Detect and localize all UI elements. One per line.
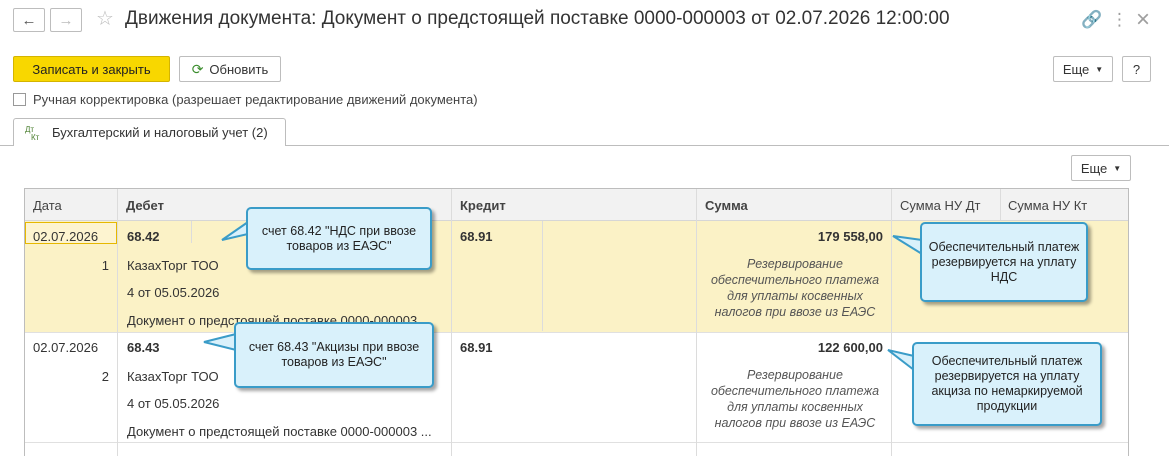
row2-debit-sub1: КазахТорг ТОО [127,369,219,384]
column-divider [542,221,543,331]
help-button[interactable]: ? [1122,56,1151,82]
manual-correction-checkbox[interactable] [13,93,26,106]
row2-date: 02.07.2026 [33,340,99,355]
row-separator [25,442,1128,443]
dt-kt-icon-bottom: Кт [31,133,40,142]
refresh-icon: ⟳ [191,60,204,77]
grid-more-button[interactable]: Еще ▼ [1071,155,1131,181]
more-button[interactable]: Еще ▼ [1053,56,1113,82]
row1-description: Резервирование обеспечительного платежа … [710,257,880,319]
window-title: Движения документа: Документ о предстоящ… [125,8,950,29]
callout-debit-6842: счет 68.42 "НДС при ввозе товаров из ЕАЭ… [246,207,432,270]
col-debit[interactable]: Дебет [126,198,164,213]
row2-debit-account: 68.43 [127,340,160,355]
column-divider [191,221,192,243]
column-divider [451,189,452,456]
forward-button[interactable]: → [50,8,82,32]
col-amount[interactable]: Сумма [705,198,748,213]
save-and-close-button[interactable]: Записать и закрыть [13,56,170,82]
more-label: Еще [1062,61,1090,77]
more-vertical-icon[interactable]: ⋮ [1111,10,1128,30]
manual-correction-label: Ручная корректировка (разрешает редактир… [33,92,478,107]
link-icon[interactable]: 🔗 [1081,10,1102,30]
row1-debit-account: 68.42 [127,229,160,244]
tab-accounting[interactable]: Дт Кт Бухгалтерский и налоговый учет (2) [13,118,286,146]
row1-credit-account: 68.91 [460,229,493,244]
row1-debit-sub1: КазахТорг ТОО [127,258,219,273]
row2-debit-sub3: Документ о предстоящей поставке 0000-000… [127,424,432,439]
callout-vat-reserve: Обеспечительный платеж резервируется на … [920,222,1088,302]
col-amount-tax-dt[interactable]: Сумма НУ Дт [900,198,980,213]
column-divider [117,189,118,456]
callout-debit-6843: счет 68.43 "Акцизы при ввозе товаров из … [234,322,434,388]
row2-credit-account: 68.91 [460,340,493,355]
row2-description: Резервирование обеспечительного платежа … [710,368,880,430]
col-amount-tax-kt[interactable]: Сумма НУ Кт [1008,198,1087,213]
favorite-star-icon[interactable]: ☆ [96,6,114,31]
dropdown-caret-icon: ▼ [1095,64,1104,74]
dt-kt-icon: Дт Кт [25,126,39,142]
column-divider [891,189,892,456]
back-button[interactable]: ← [13,8,45,32]
row1-number: 1 [101,258,109,273]
row2-number: 2 [101,369,109,384]
refresh-button[interactable]: ⟳ Обновить [179,56,281,82]
row1-debit-sub2: 4 от 05.05.2026 [127,285,220,300]
dropdown-caret-icon: ▼ [1113,163,1122,173]
row2-debit-sub2: 4 от 05.05.2026 [127,396,220,411]
tab-accounting-label: Бухгалтерский и налоговый учет (2) [52,125,268,140]
row1-amount: 179 558,00 [817,229,883,244]
row2-amount: 122 600,00 [817,340,883,355]
col-credit[interactable]: Кредит [460,198,506,213]
column-divider [1000,189,1001,220]
close-icon[interactable]: × [1136,6,1150,34]
col-date[interactable]: Дата [33,198,62,213]
callout-excise-reserve: Обеспечительный платеж резервируется на … [912,342,1102,426]
column-divider [696,189,697,456]
arrow-right-icon: → [58,11,74,29]
row-separator [25,332,1128,333]
arrow-left-icon: ← [21,11,37,29]
refresh-label: Обновить [209,61,269,77]
grid-more-label: Еще [1080,160,1108,176]
row1-date: 02.07.2026 [33,229,99,244]
